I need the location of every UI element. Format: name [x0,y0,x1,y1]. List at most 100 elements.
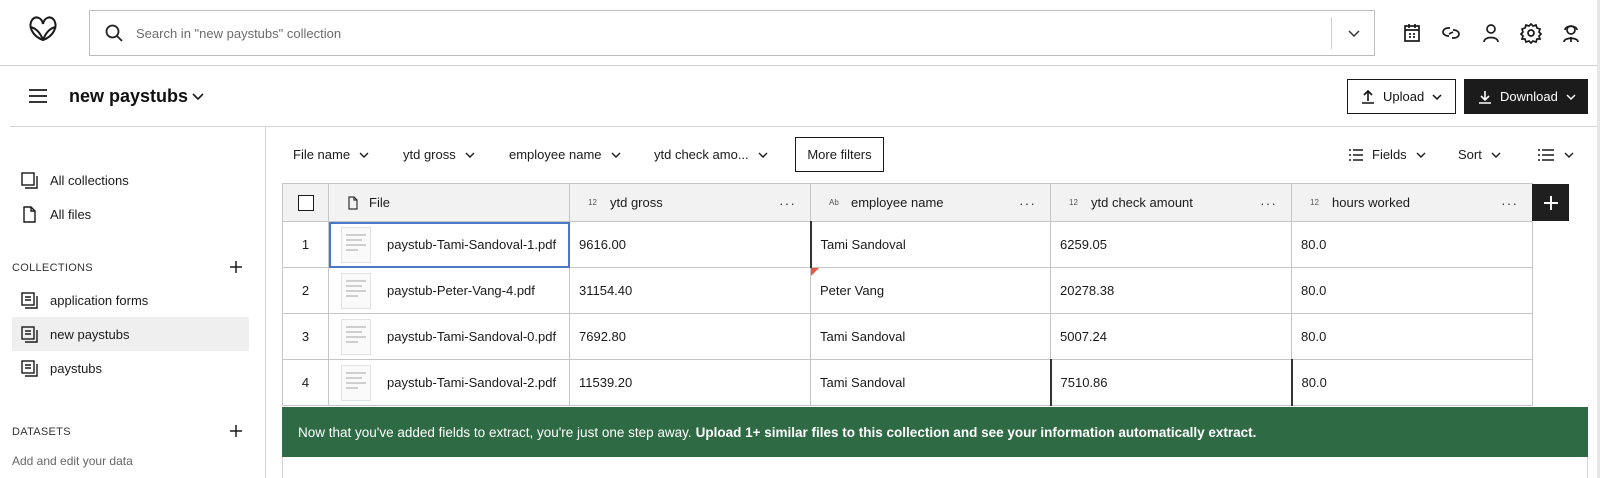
user-icon[interactable] [1480,22,1502,44]
link-icon[interactable] [1440,22,1462,44]
table-header-row: File 12 ytd gross ··· Ab employee name ·… [282,183,1533,222]
filter-ytd-check-amount[interactable]: ytd check amo... [654,137,769,172]
column-header-file[interactable]: File [328,183,570,222]
ytd-check-amount-cell[interactable]: 20278.38 [1050,267,1292,314]
add-dataset-plus-icon[interactable] [229,424,243,438]
file-cell[interactable]: paystub-Tami-Sandoval-0.pdf [328,313,570,360]
filter-employee-name[interactable]: employee name [509,137,622,172]
table-row[interactable]: 4 paystub-Tami-Sandoval-2.pdf 11539.20 T… [282,359,1533,406]
file-name: paystub-Peter-Vang-4.pdf [387,283,535,298]
ytd-gross-cell[interactable]: 7692.80 [569,313,811,360]
menu-icon[interactable] [27,86,49,106]
column-label: employee name [851,195,944,210]
cell-value: 80.0 [1301,237,1327,252]
sort-button[interactable]: Sort [1458,137,1502,172]
cell-value: Tami Sandoval [820,237,906,252]
collections-stack-icon [21,171,38,189]
search-bar[interactable]: Search in "new paystubs" collection [89,10,1375,56]
hours-worked-cell[interactable]: 80.0 [1291,221,1533,268]
ytd-gross-cell[interactable]: 9616.00 [569,221,811,268]
filter-label: employee name [509,147,602,162]
file-name: paystub-Tami-Sandoval-1.pdf [387,237,557,252]
file-thumbnail [341,226,371,263]
sidebar-item-new-paystubs[interactable]: new paystubs [12,317,249,351]
table-row[interactable]: 2 paystub-Peter-Vang-4.pdf 31154.40 Pete… [282,267,1533,314]
add-field-button[interactable] [1532,184,1569,221]
sidebar-item-paystubs[interactable]: paystubs [12,351,249,385]
column-menu-icon[interactable]: ··· [1501,195,1518,211]
chevron-down-icon [1415,149,1427,161]
chevron-down-icon [358,149,370,161]
ytd-check-amount-cell[interactable]: 7510.86 [1049,359,1292,406]
sidebar-item-label: All collections [50,172,129,188]
ytd-check-amount-cell[interactable]: 5007.24 [1050,313,1292,360]
sidebar-item-label: application forms [50,292,149,308]
cell-value: 80.0 [1301,283,1327,298]
download-button[interactable]: Download [1464,79,1588,114]
column-menu-icon[interactable]: ··· [1019,195,1036,211]
column-label: hours worked [1332,195,1411,210]
column-header-ytd-gross[interactable]: 12 ytd gross ··· [569,183,811,222]
gear-icon[interactable] [1520,22,1542,44]
sidebar-item-all-collections[interactable]: All collections [12,163,249,197]
filter-label: File name [293,147,351,162]
ytd-gross-cell[interactable]: 11539.20 [569,359,811,406]
hours-worked-cell[interactable]: 80.0 [1290,359,1533,406]
employee-name-cell[interactable]: Tami Sandoval [810,359,1051,406]
ytd-gross-cell[interactable]: 31154.40 [569,267,811,314]
column-label: File [369,195,390,210]
file-icon [21,205,38,223]
collection-switcher-chevron-icon[interactable] [190,88,206,104]
banner-text: Now that you've added fields to extract,… [298,424,692,440]
sidebar-item-all-files[interactable]: All files [12,197,249,231]
table-row[interactable]: 3 paystub-Tami-Sandoval-0.pdf 7692.80 Ta… [282,313,1533,360]
cell-value: Tami Sandoval [820,329,906,344]
calendar-icon[interactable] [1401,22,1423,44]
fields-label: Fields [1372,147,1407,162]
add-collection-plus-icon[interactable] [229,260,243,274]
employee-name-cell[interactable]: Tami Sandoval [810,313,1051,360]
more-filters-button[interactable]: More filters [795,137,884,172]
row-number: 3 [282,313,329,360]
file-name: paystub-Tami-Sandoval-2.pdf [387,375,557,390]
column-menu-icon[interactable]: ··· [1260,195,1277,211]
search-options-chevron-icon[interactable] [1346,25,1362,41]
column-header-hours-worked[interactable]: 12 hours worked ··· [1291,183,1533,222]
cell-value: 7510.86 [1060,375,1108,390]
employee-name-cell[interactable]: Tami Sandoval [809,221,1051,268]
fields-list-icon [1348,148,1364,162]
row-number: 1 [282,221,329,268]
filter-ytd-gross[interactable]: ytd gross [403,137,476,172]
file-cell[interactable]: paystub-Peter-Vang-4.pdf [328,267,570,314]
select-all-checkbox[interactable] [297,194,314,211]
cell-value: 80.0 [1301,329,1327,344]
app-logo-icon[interactable] [26,14,60,44]
column-header-ytd-check-amount[interactable]: 12 ytd check amount ··· [1050,183,1292,222]
upload-label: Upload [1383,89,1425,104]
sidebar: All collections All files COLLECTIONS ap… [0,127,266,478]
fields-button[interactable]: Fields [1348,137,1427,172]
search-input[interactable]: Search in "new paystubs" collection [136,26,341,41]
sidebar-item-application-forms[interactable]: application forms [12,283,249,317]
table-row[interactable]: 1 paystub-Tami-Sandoval-1.pdf 9616.00 Ta… [282,221,1533,268]
filter-label: ytd gross [403,147,456,162]
hours-worked-cell[interactable]: 80.0 [1291,267,1533,314]
column-menu-icon[interactable]: ··· [779,195,796,211]
chevron-down-icon [1563,149,1575,161]
upload-button[interactable]: Upload [1347,79,1456,114]
ytd-check-amount-cell[interactable]: 6259.05 [1050,221,1292,268]
file-icon [347,195,359,210]
support-agent-icon[interactable] [1560,22,1582,44]
employee-name-cell[interactable]: Peter Vang [810,267,1051,314]
cell-value: Tami Sandoval [820,375,906,390]
hours-worked-cell[interactable]: 80.0 [1291,313,1533,360]
download-icon [1477,89,1493,105]
chevron-down-icon [1490,149,1502,161]
column-header-employee-name[interactable]: Ab employee name ··· [810,183,1051,222]
view-mode-button[interactable] [1537,137,1575,172]
files-table: File 12 ytd gross ··· Ab employee name ·… [282,183,1533,406]
filter-file-name[interactable]: File name [293,137,370,172]
file-cell[interactable]: paystub-Tami-Sandoval-2.pdf [328,359,570,406]
cell-value: 11539.20 [579,375,633,390]
file-cell[interactable]: paystub-Tami-Sandoval-1.pdf [328,221,570,268]
